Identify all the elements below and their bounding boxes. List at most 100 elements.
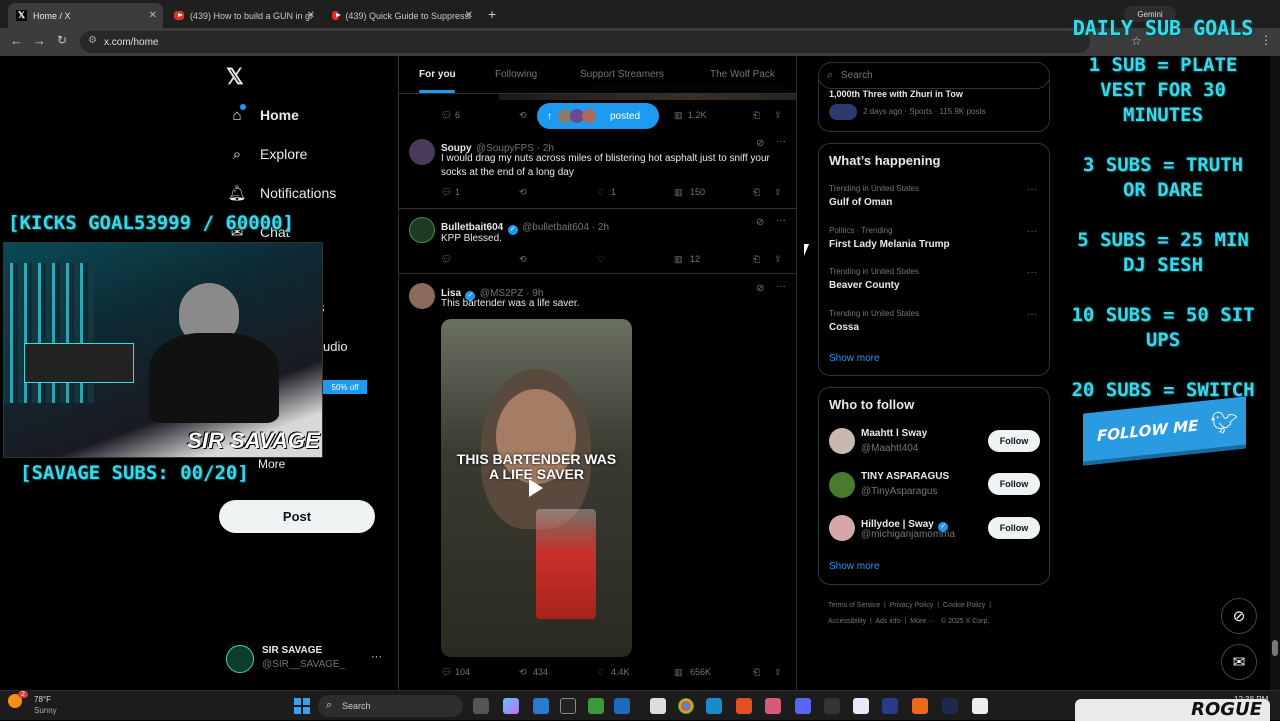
trend-more-icon[interactable]: ··· <box>1027 184 1037 195</box>
app-icon[interactable] <box>560 698 576 714</box>
messages-fab-icon[interactable]: ✉ <box>1221 644 1257 680</box>
show-more-link[interactable]: Show more <box>829 353 880 364</box>
trend-item[interactable]: Trending in United States Gulf of Oman ·… <box>819 182 1049 222</box>
avatar[interactable] <box>829 472 855 498</box>
tweet-lisa[interactable]: Lisa ✓ @MS2PZ · 9h ⊘ ··· This bartender … <box>399 274 796 690</box>
trend-item[interactable]: Politics · Trending First Lady Melania T… <box>819 224 1049 264</box>
views-icon[interactable]: ▥ <box>674 254 683 265</box>
tab-following[interactable]: Following <box>495 69 537 80</box>
reply-icon[interactable]: 💬︎ <box>441 254 452 265</box>
tweet-soupy[interactable]: Soupy @SoupyFPS · 2h ⊘ ··· I would drag … <box>399 129 796 209</box>
copilot-icon[interactable] <box>503 698 519 714</box>
trend-more-icon[interactable]: ··· <box>1027 226 1037 237</box>
tweet-bulletbait[interactable]: Bulletbait604 ✓ @bulletbait604 · 2h ⊘ ··… <box>399 209 796 274</box>
footer-link[interactable]: Privacy Policy <box>890 602 934 609</box>
tab-close-icon[interactable]: ✕ <box>307 10 315 21</box>
video-player[interactable]: THIS BARTENDER WAS A LIFE SAVER <box>441 319 632 657</box>
repost-icon[interactable]: ⟲ <box>519 254 527 265</box>
avatar[interactable] <box>409 283 435 309</box>
trend-item[interactable]: Trending in United States Cossa ··· <box>819 307 1049 347</box>
like-icon[interactable]: ♡ <box>597 254 605 265</box>
post-button[interactable]: Post <box>219 500 375 533</box>
reply-icon[interactable]: 💬︎ <box>441 187 452 198</box>
tab-youtube-1[interactable]: (439) How to build a GUN in gr ✕ <box>166 3 321 28</box>
steam-icon[interactable] <box>942 698 958 714</box>
repost-icon[interactable]: ⟲ <box>519 110 527 121</box>
app-icon[interactable] <box>614 698 630 714</box>
trend-more-icon[interactable]: ··· <box>1027 267 1037 278</box>
reply-icon[interactable]: 💬︎ <box>441 667 452 678</box>
share-icon[interactable]: ⇪ <box>774 187 782 198</box>
new-tab-icon[interactable]: + <box>488 6 496 22</box>
like-icon[interactable]: ♡ <box>597 187 605 198</box>
user-name[interactable]: SIR SAVAGE <box>262 645 322 656</box>
avatar[interactable] <box>829 428 855 454</box>
avatar[interactable] <box>409 217 435 243</box>
x-logo-icon[interactable]: 𝕏 <box>226 64 244 90</box>
user-avatar[interactable] <box>226 645 254 673</box>
follow-button[interactable]: Follow <box>988 517 1040 539</box>
grok-fab-icon[interactable]: ⊘ <box>1221 598 1257 634</box>
app-icon[interactable] <box>972 698 988 714</box>
tab-for-you[interactable]: For you <box>419 69 456 80</box>
reload-icon[interactable]: ↻ <box>57 33 67 47</box>
browser-menu-icon[interactable]: ⋮ <box>1260 33 1272 47</box>
bookmark-icon[interactable]: ⎗ <box>753 667 760 678</box>
tab-the-wolf-pack[interactable]: The Wolf Pack <box>710 69 775 80</box>
footer-link[interactable]: Terms of Service <box>828 602 880 609</box>
discord-icon[interactable] <box>795 698 811 714</box>
url-field[interactable]: ⚙ x.com/home <box>80 31 1090 53</box>
reply-icon[interactable]: 💬︎ <box>441 110 452 121</box>
account-menu-icon[interactable]: ··· <box>371 651 382 663</box>
app-icon[interactable] <box>882 698 898 714</box>
views-icon[interactable]: ▥ <box>674 187 683 198</box>
taskbar-search[interactable]: ⌕ Search <box>318 695 463 717</box>
play-icon[interactable] <box>529 479 543 497</box>
bookmark-icon[interactable]: ⎗ <box>753 254 760 265</box>
chrome-icon[interactable] <box>678 698 694 714</box>
nav-home[interactable]: ⌂ Home <box>228 106 298 124</box>
trend-more-icon[interactable]: ··· <box>1027 309 1037 320</box>
grok-icon[interactable]: ⊘ <box>756 283 764 294</box>
edge-icon[interactable] <box>533 698 549 714</box>
app-icon[interactable] <box>650 698 666 714</box>
nav-partial-label-2[interactable]: udio <box>323 339 348 354</box>
grok-icon[interactable]: ⊘ <box>756 138 764 149</box>
views-icon[interactable]: ▥ <box>674 667 683 678</box>
share-icon[interactable]: ⇪ <box>774 110 782 121</box>
avatar[interactable] <box>409 139 435 165</box>
page-scrollbar[interactable] <box>1270 56 1280 690</box>
windows-start-icon[interactable] <box>294 698 310 714</box>
like-icon[interactable]: ♡ <box>597 667 605 678</box>
tab-youtube-2[interactable]: (439) Quick Guide to Suppressi ✕ <box>324 3 479 28</box>
tab-close-icon[interactable]: ✕ <box>149 10 157 21</box>
views-icon[interactable]: ▥ <box>674 110 683 121</box>
bookmark-icon[interactable]: ⎗ <box>753 187 760 198</box>
follow-name[interactable]: Maahtt l Sway <box>861 428 927 439</box>
repost-icon[interactable]: ⟲ <box>519 187 527 198</box>
site-info-icon[interactable]: ⚙ <box>88 35 97 46</box>
show-more-link[interactable]: Show more <box>829 561 880 572</box>
new-posts-pill[interactable]: ↑ posted <box>537 103 659 129</box>
scrollbar-thumb[interactable] <box>1272 640 1278 656</box>
task-view-icon[interactable] <box>473 698 489 714</box>
follow-button[interactable]: Follow <box>988 473 1040 495</box>
tab-close-icon[interactable]: ✕ <box>465 10 473 21</box>
tab-home-x[interactable]: 𝕏 Home / X ✕ <box>8 3 163 28</box>
avatar[interactable] <box>829 515 855 541</box>
footer-link[interactable]: More ··· <box>910 618 935 625</box>
nav-explore[interactable]: ⌕ Explore <box>228 145 308 163</box>
footer-link[interactable]: Ads info <box>875 618 900 625</box>
app-icon[interactable] <box>912 698 928 714</box>
more-icon[interactable]: ··· <box>776 281 786 292</box>
more-icon[interactable]: ··· <box>776 215 786 226</box>
bookmark-icon[interactable]: ⎗ <box>753 110 760 121</box>
tab-support-streamers[interactable]: Support Streamers <box>580 69 664 80</box>
more-icon[interactable]: ··· <box>776 136 786 147</box>
follow-name[interactable]: TINY ASPARAGUS <box>861 471 949 482</box>
trend-item[interactable]: Trending in United States Beaver County … <box>819 265 1049 305</box>
forward-icon[interactable]: → <box>33 33 46 48</box>
app-icon[interactable] <box>588 698 604 714</box>
grok-icon[interactable]: ⊘ <box>756 217 764 228</box>
share-icon[interactable]: ⇪ <box>774 667 782 678</box>
